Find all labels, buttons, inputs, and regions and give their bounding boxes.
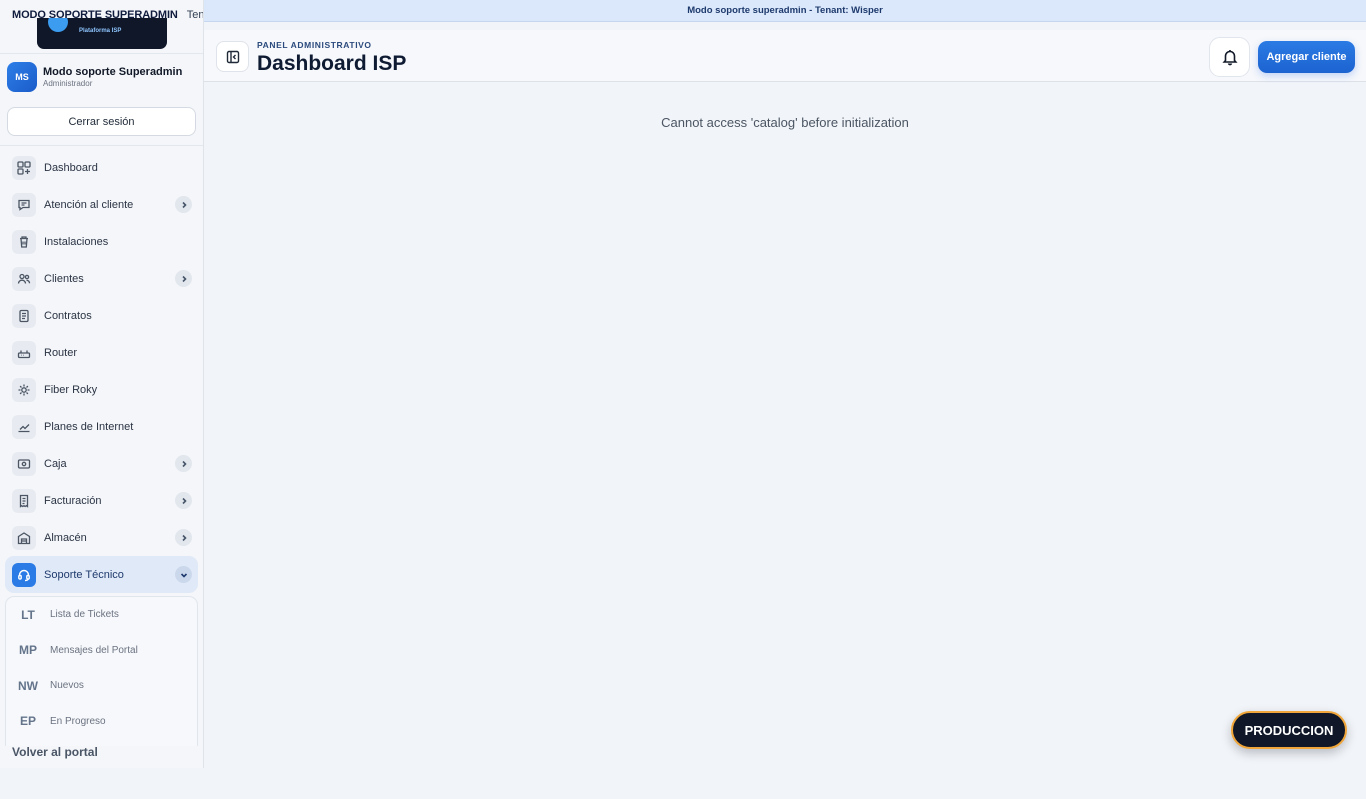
sidebar: MODO SOPORTE SUPERADMIN Tenant: Wisper P… (0, 0, 204, 768)
support-submenu: LT Lista de Tickets MP Mensajes del Port… (5, 596, 198, 746)
sidebar-item-contratos[interactable]: Contratos (5, 297, 198, 334)
sidebar-item-label: Facturación (44, 494, 102, 507)
sidebar-item-label: Instalaciones (44, 235, 109, 248)
submenu-item-mensajes-del-portal[interactable]: MP Mensajes del Portal (6, 633, 197, 669)
page-kicker: PANEL ADMINISTRATIVO (257, 40, 372, 50)
users-icon (12, 266, 36, 291)
submenu-abbr: MP (19, 643, 37, 658)
sidebar-item-instalaciones[interactable]: Instalaciones (5, 223, 198, 260)
sidebar-item-clientes[interactable]: Clientes (5, 260, 198, 297)
bell-icon (1221, 48, 1239, 66)
back-to-portal-link[interactable]: Volver al portal (12, 745, 98, 759)
submenu-item-nuevos[interactable]: NW Nuevos (6, 668, 197, 704)
sidebar-nav: Dashboard Atención al cliente Instalacio… (5, 149, 198, 593)
sidebar-item-label: Soporte Técnico (44, 568, 124, 581)
sidebar-item-almacen[interactable]: Almacén (5, 519, 198, 556)
tenant-label: Tenant: Wisper (186, 9, 204, 21)
submenu-abbr: NW (18, 678, 38, 693)
submenu-abbr: LT (21, 607, 35, 622)
sidebar-item-planes-de-internet[interactable]: Planes de Internet (5, 408, 198, 445)
sidebar-item-label: Caja (44, 457, 67, 470)
chevron-right-icon[interactable] (175, 455, 192, 472)
user-name: Modo soporte Superadmin (43, 66, 183, 78)
sidebar-item-router[interactable]: Router (5, 334, 198, 371)
cash-icon (12, 451, 36, 476)
sidebar-item-label: Fiber Roky (44, 383, 98, 396)
main-content: Cannot access 'catalog' before initializ… (204, 83, 1366, 768)
chevron-down-icon[interactable] (175, 566, 192, 583)
logo-text: Plataforma ISP (79, 28, 122, 34)
warehouse-icon (12, 525, 36, 550)
sidebar-item-label: Planes de Internet (44, 420, 134, 433)
grid-icon (12, 155, 36, 180)
avatar: MS (7, 62, 37, 92)
submenu-item-en-progreso[interactable]: EP En Progreso (6, 704, 197, 740)
submenu-label: Mensajes del Portal (50, 644, 138, 656)
submenu-label: Lista de Tickets (50, 609, 119, 621)
submenu-label: En Progreso (50, 715, 106, 727)
chevron-right-icon[interactable] (175, 492, 192, 509)
logout-button[interactable]: Cerrar sesión (7, 107, 196, 136)
environment-badge[interactable]: PRODUCCION (1231, 711, 1347, 749)
divider (0, 145, 203, 146)
chevron-right-icon[interactable] (175, 270, 192, 287)
chevron-right-icon[interactable] (175, 529, 192, 546)
sidebar-item-label: Router (44, 346, 78, 359)
user-role: Administrador (43, 79, 93, 88)
submenu-label: Nuevos (50, 680, 84, 692)
receipt-icon (12, 488, 36, 513)
message-icon (12, 192, 36, 217)
sidebar-item-label: Almacén (44, 531, 87, 544)
sidebar-item-label: Atención al cliente (44, 198, 134, 211)
submenu-item-lista-de-tickets[interactable]: LT Lista de Tickets (6, 597, 197, 633)
page-title: Dashboard ISP (257, 52, 407, 75)
brand-logo[interactable]: Plataforma ISP (37, 18, 167, 49)
sidebar-toggle-button[interactable] (216, 41, 249, 72)
page-header: PANEL ADMINISTRATIVO Dashboard ISP Agreg… (204, 30, 1366, 82)
sun-icon (12, 377, 36, 402)
sidebar-item-facturacion[interactable]: Facturación (5, 482, 198, 519)
installation-icon (12, 229, 36, 254)
user-profile: MS Modo soporte Superadmin Administrador (7, 62, 182, 92)
sidebar-item-label: Clientes (44, 272, 84, 285)
sidebar-item-dashboard[interactable]: Dashboard (5, 149, 198, 186)
router-icon (12, 340, 36, 365)
document-icon (12, 303, 36, 328)
submenu-abbr: EP (19, 714, 36, 729)
divider (0, 53, 203, 54)
panel-toggle-icon (226, 50, 240, 64)
headset-icon (12, 562, 36, 587)
sidebar-item-caja[interactable]: Caja (5, 445, 198, 482)
error-message: Cannot access 'catalog' before initializ… (661, 115, 909, 130)
speed-icon (12, 414, 36, 439)
sidebar-item-soporte-tecnico[interactable]: Soporte Técnico (5, 556, 198, 593)
sidebar-item-label: Contratos (44, 309, 92, 322)
logo-mark-icon (48, 18, 68, 32)
support-mode-banner: Modo soporte superadmin - Tenant: Wisper (204, 0, 1366, 22)
sidebar-item-atencion-al-cliente[interactable]: Atención al cliente (5, 186, 198, 223)
add-client-button[interactable]: Agregar cliente (1258, 41, 1355, 73)
sidebar-item-fiber-roky[interactable]: Fiber Roky (5, 371, 198, 408)
chevron-right-icon[interactable] (175, 196, 192, 213)
sidebar-item-label: Dashboard (44, 161, 98, 174)
notifications-button[interactable] (1209, 37, 1250, 77)
